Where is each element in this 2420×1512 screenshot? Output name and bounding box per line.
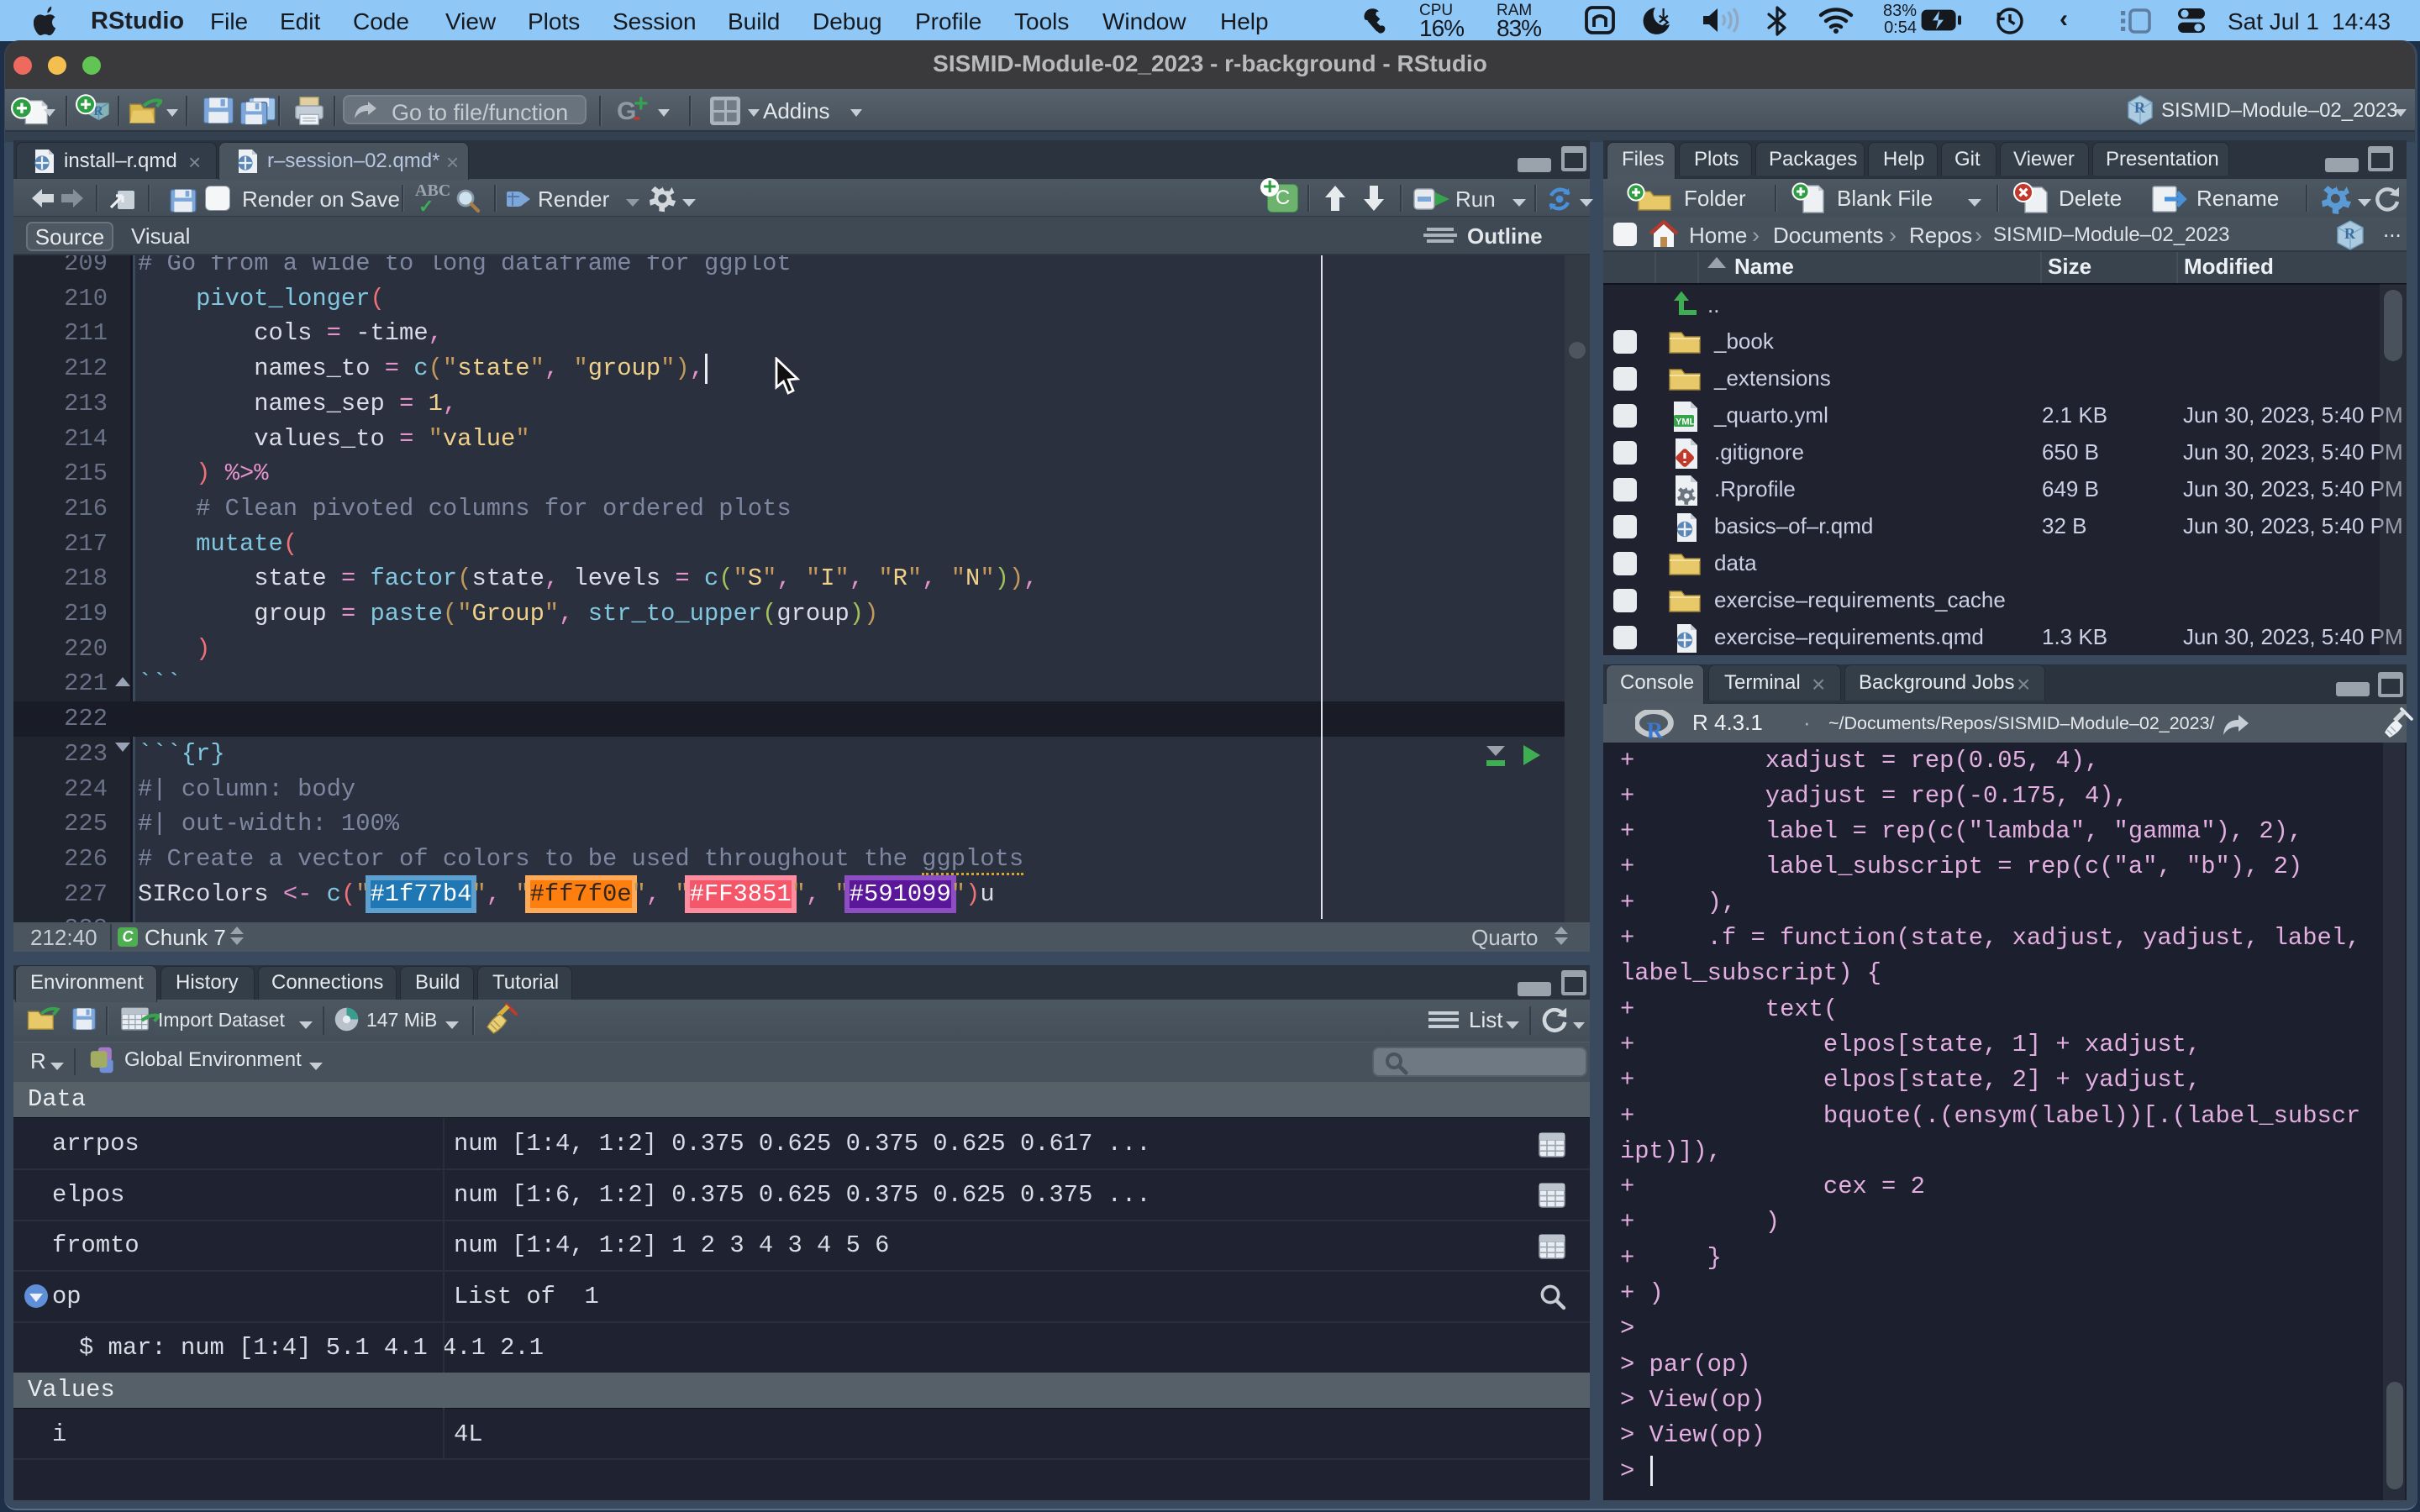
svg-text:R: R [2134, 99, 2146, 116]
svg-text:R: R [2344, 225, 2356, 242]
svg-text:R: R [1647, 718, 1664, 740]
svg-text:YML: YML [1676, 417, 1696, 428]
